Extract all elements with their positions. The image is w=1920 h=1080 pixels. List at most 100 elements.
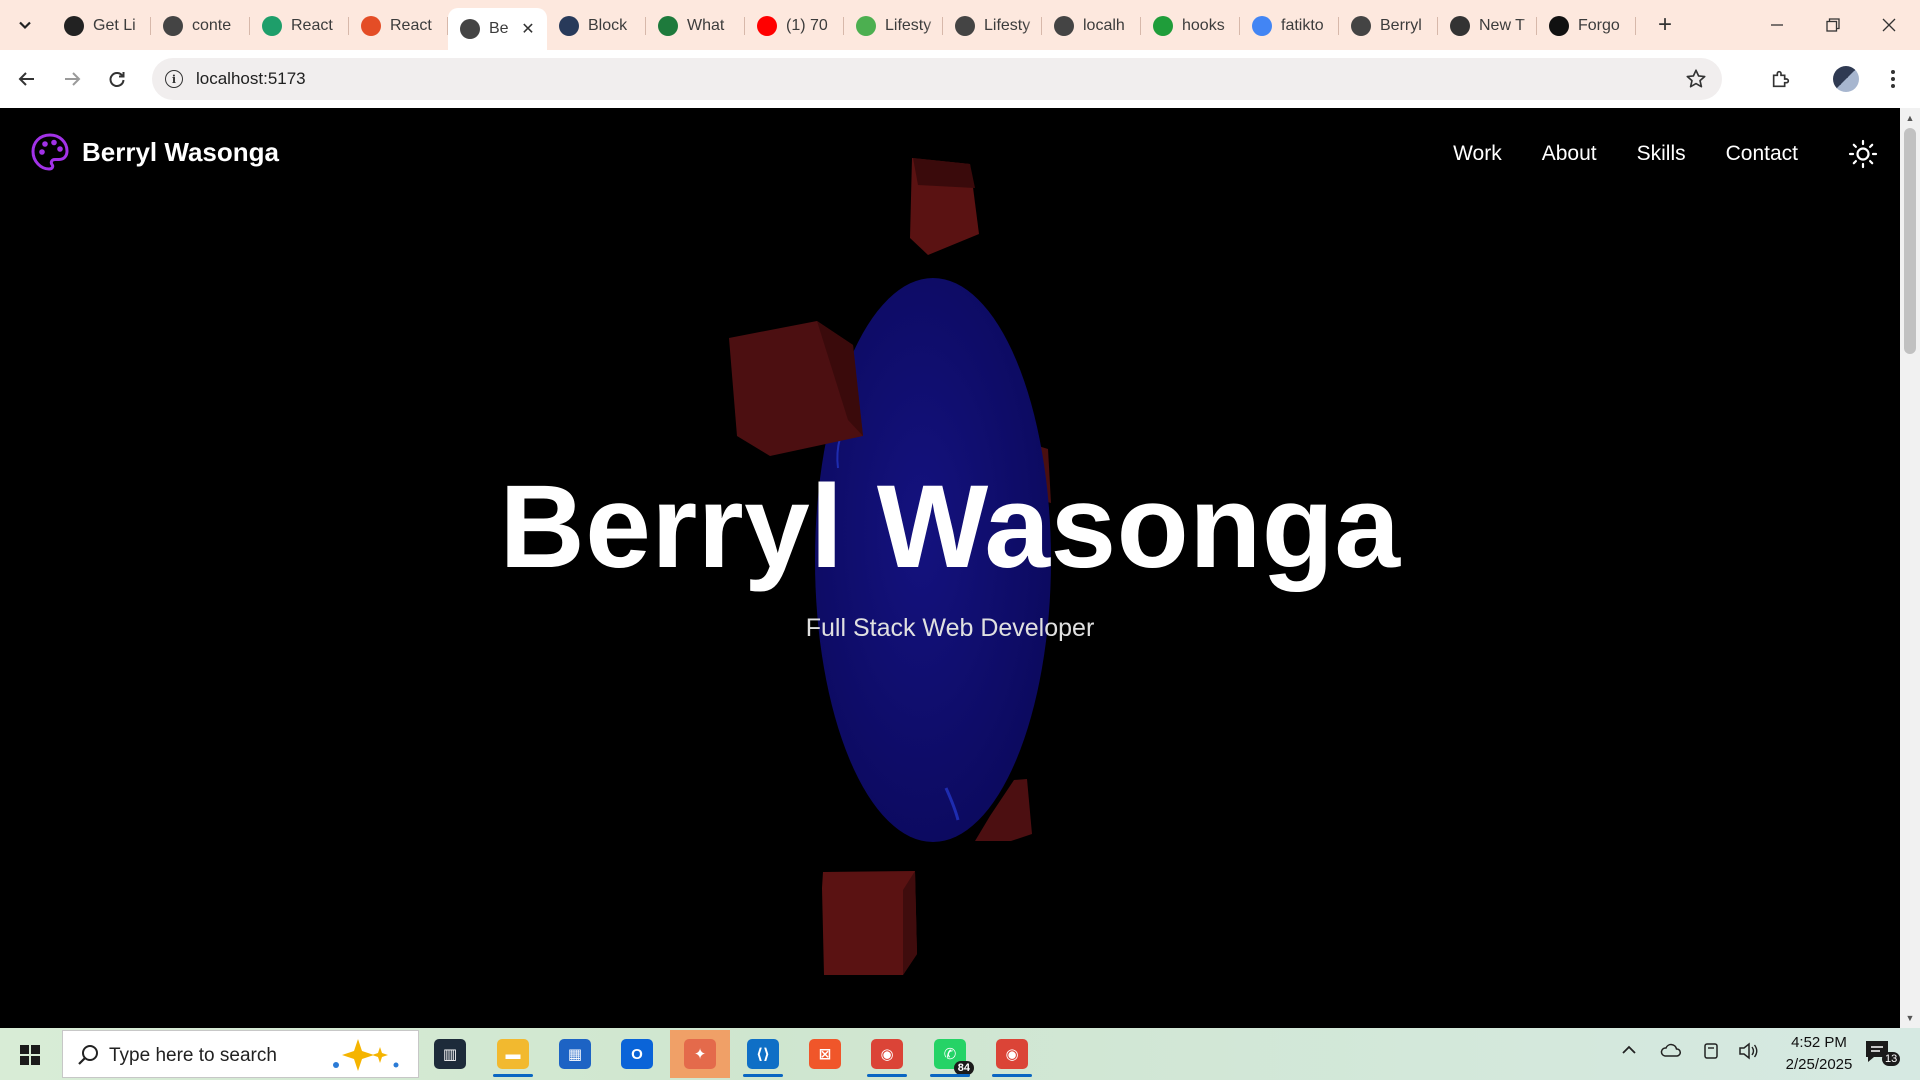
back-button[interactable] — [10, 62, 44, 96]
browser-tab[interactable]: Berryl — [1339, 8, 1438, 44]
arrow-left-icon — [18, 72, 34, 86]
scrollbar-thumb[interactable] — [1904, 128, 1916, 354]
forward-button[interactable] — [55, 62, 89, 96]
whatsapp-taskbar-button[interactable]: ✆ 84 — [920, 1030, 980, 1078]
microsoft-store-taskbar-button[interactable]: ▦ — [545, 1030, 605, 1078]
globe-icon — [1054, 16, 1074, 36]
chrome-alt-taskbar-button[interactable]: ◉ — [982, 1030, 1042, 1078]
minimize-button[interactable] — [1749, 0, 1805, 50]
windows-taskbar: Type here to search ▥ ▬ ▦ O ✦ ⟨⟩ ⊠ ◉ ✆ 84 ◉ 4:52 P… — [0, 1028, 1920, 1080]
tab-search-button[interactable] — [8, 10, 42, 40]
plus-icon: + — [1657, 11, 1672, 38]
browser-tab[interactable]: Get Li — [52, 8, 151, 44]
hero-subtitle: Full Stack Web Developer — [805, 614, 1095, 642]
task-view-taskbar-button[interactable]: ▥ — [420, 1030, 480, 1078]
onedrive-tray[interactable] — [1656, 1042, 1684, 1063]
chevron-up-icon — [1622, 1045, 1636, 1054]
chrome-taskbar-button[interactable]: ◉ — [857, 1030, 917, 1078]
scroll-down-arrow[interactable]: ▼ — [1900, 1010, 1920, 1026]
address-bar[interactable]: i localhost:5173 — [152, 58, 1722, 100]
file-explorer-taskbar-button[interactable]: ▬ — [483, 1030, 543, 1078]
copilot-taskbar-button[interactable]: ✦ — [670, 1030, 730, 1078]
extensions-button[interactable] — [1764, 62, 1798, 96]
browser-tab[interactable]: Lifesty — [844, 8, 943, 44]
arrow-right-icon — [65, 72, 81, 86]
google-icon — [1252, 16, 1272, 36]
minimize-icon — [1771, 24, 1783, 26]
site-logo[interactable]: Berryl Wasonga — [30, 132, 279, 172]
avatar — [1833, 66, 1859, 92]
new-tab-button[interactable]: + — [1650, 10, 1680, 40]
browser-tab[interactable]: localh — [1042, 8, 1141, 44]
start-button[interactable] — [10, 1038, 50, 1072]
blockchain-icon — [559, 16, 579, 36]
chrome-icon: ◉ — [871, 1039, 903, 1069]
restore-button[interactable] — [1805, 0, 1861, 50]
search-icon — [78, 1045, 98, 1065]
close-tab-button[interactable]: ✕ — [519, 19, 537, 39]
theme-toggle-button[interactable] — [1848, 139, 1878, 169]
close-window-button[interactable] — [1861, 0, 1917, 50]
browser-tab[interactable]: Lifesty — [943, 8, 1042, 44]
restore-icon — [1826, 18, 1840, 32]
url-text[interactable]: localhost:5173 — [196, 69, 306, 89]
hero-section: Berryl Wasonga Full Stack Web Developer — [0, 468, 1900, 643]
xampp-taskbar-button[interactable]: ⊠ — [795, 1030, 855, 1078]
tab-title: localh — [1083, 17, 1125, 34]
youtube-icon — [757, 16, 777, 36]
volume-tray[interactable] — [1735, 1042, 1763, 1065]
palette-icon — [31, 133, 69, 171]
browser-tab[interactable]: fatikto — [1240, 8, 1339, 44]
browser-tab[interactable]: React — [349, 8, 448, 44]
tab-title: New T — [1479, 17, 1525, 34]
browser-tab[interactable]: (1) 70 — [745, 8, 844, 44]
tab-list: Get Li conte React React Be ✕ Block What (1) 70 L… — [52, 8, 1636, 50]
browser-tab[interactable]: Be ✕ — [448, 8, 547, 50]
taskbar-search-box[interactable]: Type here to search — [62, 1030, 419, 1078]
browser-tab[interactable]: Forgo — [1537, 8, 1636, 44]
browser-tab[interactable]: hooks — [1141, 8, 1240, 44]
site-nav: Work About Skills Contact — [1453, 134, 1900, 174]
site-info-button[interactable]: i — [160, 65, 188, 93]
infinity-icon — [658, 16, 678, 36]
openai-icon — [64, 16, 84, 36]
chrome-icon — [1450, 16, 1470, 36]
chrome-alt-icon: ◉ — [996, 1039, 1028, 1069]
search-highlight-sparkle-icon — [333, 1039, 399, 1071]
browser-tab[interactable]: What — [646, 8, 745, 44]
browser-tab[interactable]: React — [250, 8, 349, 44]
vs-code-taskbar-button[interactable]: ⟨⟩ — [733, 1030, 793, 1078]
page-scrollbar[interactable]: ▲ ▼ — [1900, 108, 1920, 1028]
profile-button[interactable] — [1829, 62, 1863, 96]
tab-title: hooks — [1182, 17, 1225, 34]
meet-now-tray[interactable] — [1697, 1042, 1725, 1065]
nav-link-work[interactable]: Work — [1453, 142, 1502, 166]
spreadsheet-icon — [1153, 16, 1173, 36]
browser-tab[interactable]: New T — [1438, 8, 1537, 44]
chevron-down-icon — [19, 21, 31, 30]
reload-button[interactable] — [100, 62, 134, 96]
browser-menu-button[interactable] — [1876, 62, 1910, 96]
nav-link-contact[interactable]: Contact — [1726, 142, 1798, 166]
nav-link-about[interactable]: About — [1542, 142, 1597, 166]
scroll-up-arrow[interactable]: ▲ — [1900, 110, 1920, 126]
tab-title: Be — [489, 20, 509, 37]
outlook-taskbar-button[interactable]: O — [607, 1030, 667, 1078]
tab-title: conte — [192, 17, 232, 34]
clock-date: 2/25/2025 — [1785, 1056, 1853, 1073]
tab-title: Berryl — [1380, 17, 1422, 34]
browser-tab[interactable]: conte — [151, 8, 250, 44]
bookmark-star-button[interactable] — [1682, 65, 1710, 93]
browser-tab-strip: Get Li conte React React Be ✕ Block What (1) 70 L… — [0, 0, 1920, 50]
close-icon — [1882, 18, 1896, 32]
copilot-icon: ✦ — [684, 1039, 716, 1069]
globe-icon — [955, 16, 975, 36]
browser-tab[interactable]: Block — [547, 8, 646, 44]
nav-link-skills[interactable]: Skills — [1637, 142, 1686, 166]
site-header: Berryl Wasonga Work About Skills Contact — [0, 108, 1900, 198]
show-hidden-icons-button[interactable] — [1615, 1042, 1643, 1063]
taskbar-clock[interactable]: 4:52 PM 2/25/2025 — [1764, 1032, 1874, 1076]
notification-center-button[interactable]: 13 — [1862, 1038, 1902, 1070]
tab-title: Block — [588, 17, 628, 34]
cloud-icon — [1660, 1043, 1681, 1057]
